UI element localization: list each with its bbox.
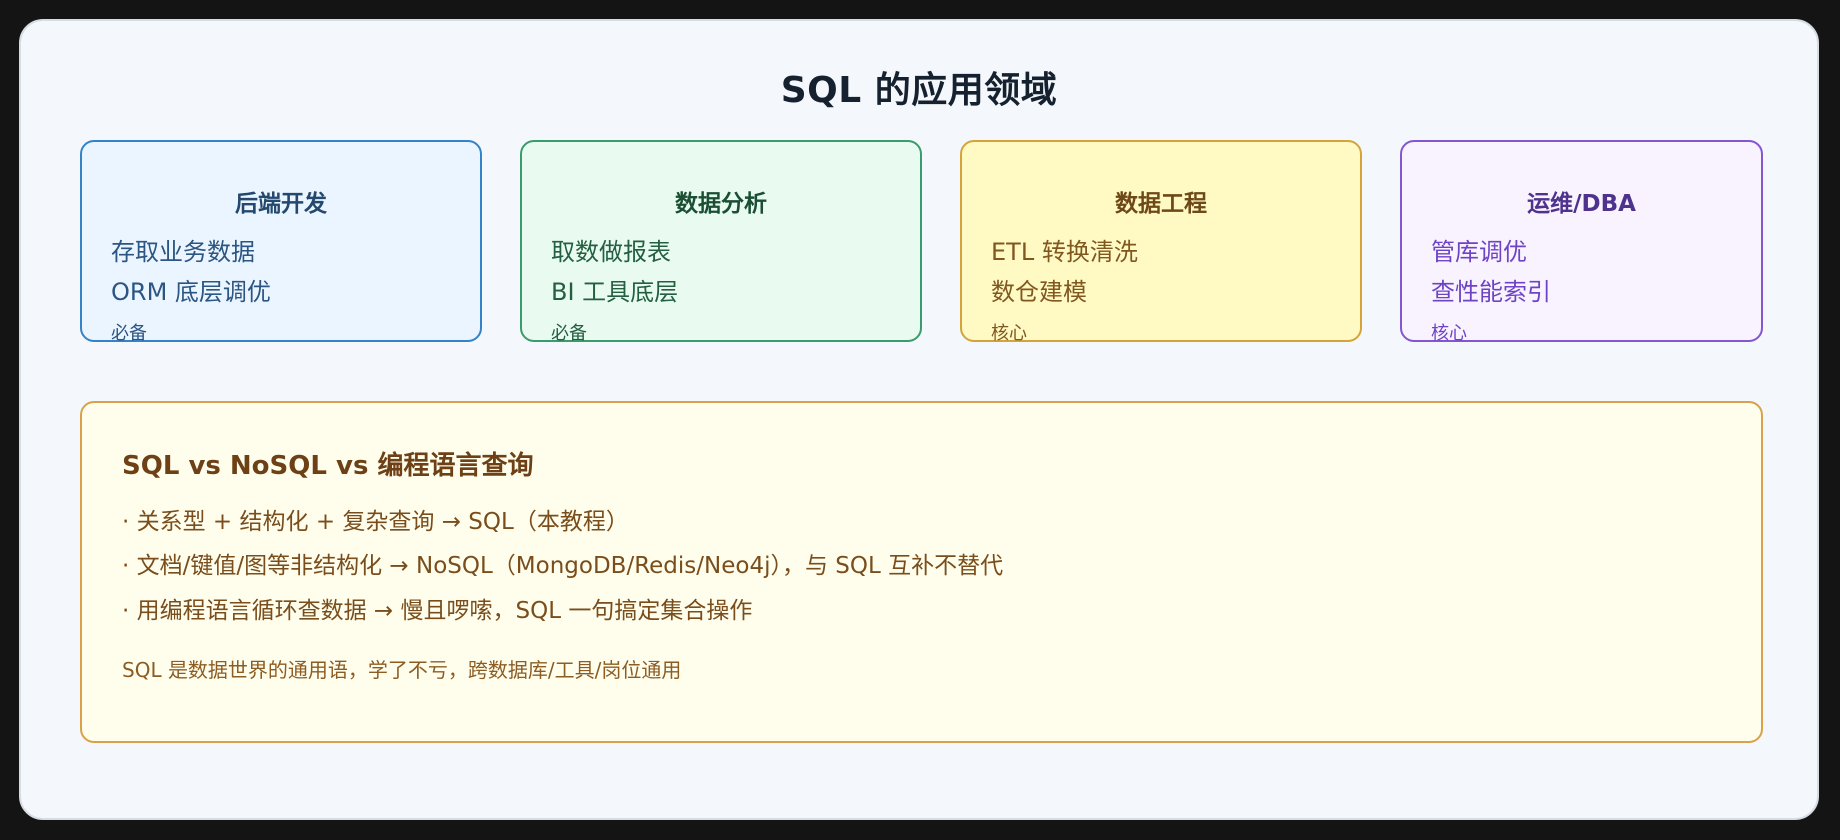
card-line: BI 工具底层 — [551, 278, 679, 306]
card-backend: 后端开发 存取业务数据 ORM 底层调优 必备 — [80, 140, 482, 344]
card-tag: 核心 — [991, 323, 1027, 344]
card-tag: 必备 — [551, 323, 587, 344]
comparison-note: SQL 是数据世界的通用语，学了不亏，跨数据库/工具/岗位通用 — [122, 658, 682, 682]
card-title: 后端开发 — [235, 191, 327, 217]
card-data-analysis: 数据分析 取数做报表 BI 工具底层 必备 — [520, 140, 922, 344]
card-line: 查性能索引 — [1431, 278, 1551, 306]
page-title: SQL 的应用领域 — [780, 70, 1058, 111]
card-data-engineering: 数据工程 ETL 转换清洗 数仓建模 核心 — [960, 140, 1362, 344]
card-tag: 核心 — [1431, 323, 1467, 344]
card-title: 数据工程 — [1115, 191, 1207, 217]
card-tag: 必备 — [111, 323, 147, 344]
card-line: ETL 转换清洗 — [991, 238, 1138, 266]
card-line: 取数做报表 — [551, 238, 671, 266]
card-line: 管库调优 — [1431, 238, 1527, 266]
comparison-item: · 关系型 + 结构化 + 复杂查询 → SQL（本教程） — [122, 509, 629, 535]
comparison-box: SQL vs NoSQL vs 编程语言查询 · 关系型 + 结构化 + 复杂查… — [80, 401, 1763, 743]
main-panel: SQL 的应用领域 后端开发 存取业务数据 ORM 底层调优 必备 数据分析 取… — [19, 19, 1819, 820]
card-title: 数据分析 — [675, 191, 767, 217]
comparison-item: · 文档/键值/图等非结构化 → NoSQL（MongoDB/Redis/Neo… — [122, 553, 1004, 579]
comparison-item: · 用编程语言循环查数据 → 慢且啰嗦，SQL 一句搞定集合操作 — [122, 598, 753, 624]
card-line: 存取业务数据 — [111, 238, 255, 266]
card-line: 数仓建模 — [991, 278, 1087, 306]
card-line: ORM 底层调优 — [111, 278, 271, 306]
card-ops-dba: 运维/DBA 管库调优 查性能索引 核心 — [1400, 140, 1763, 344]
comparison-title: SQL vs NoSQL vs 编程语言查询 — [122, 451, 534, 481]
card-title: 运维/DBA — [1527, 191, 1636, 217]
